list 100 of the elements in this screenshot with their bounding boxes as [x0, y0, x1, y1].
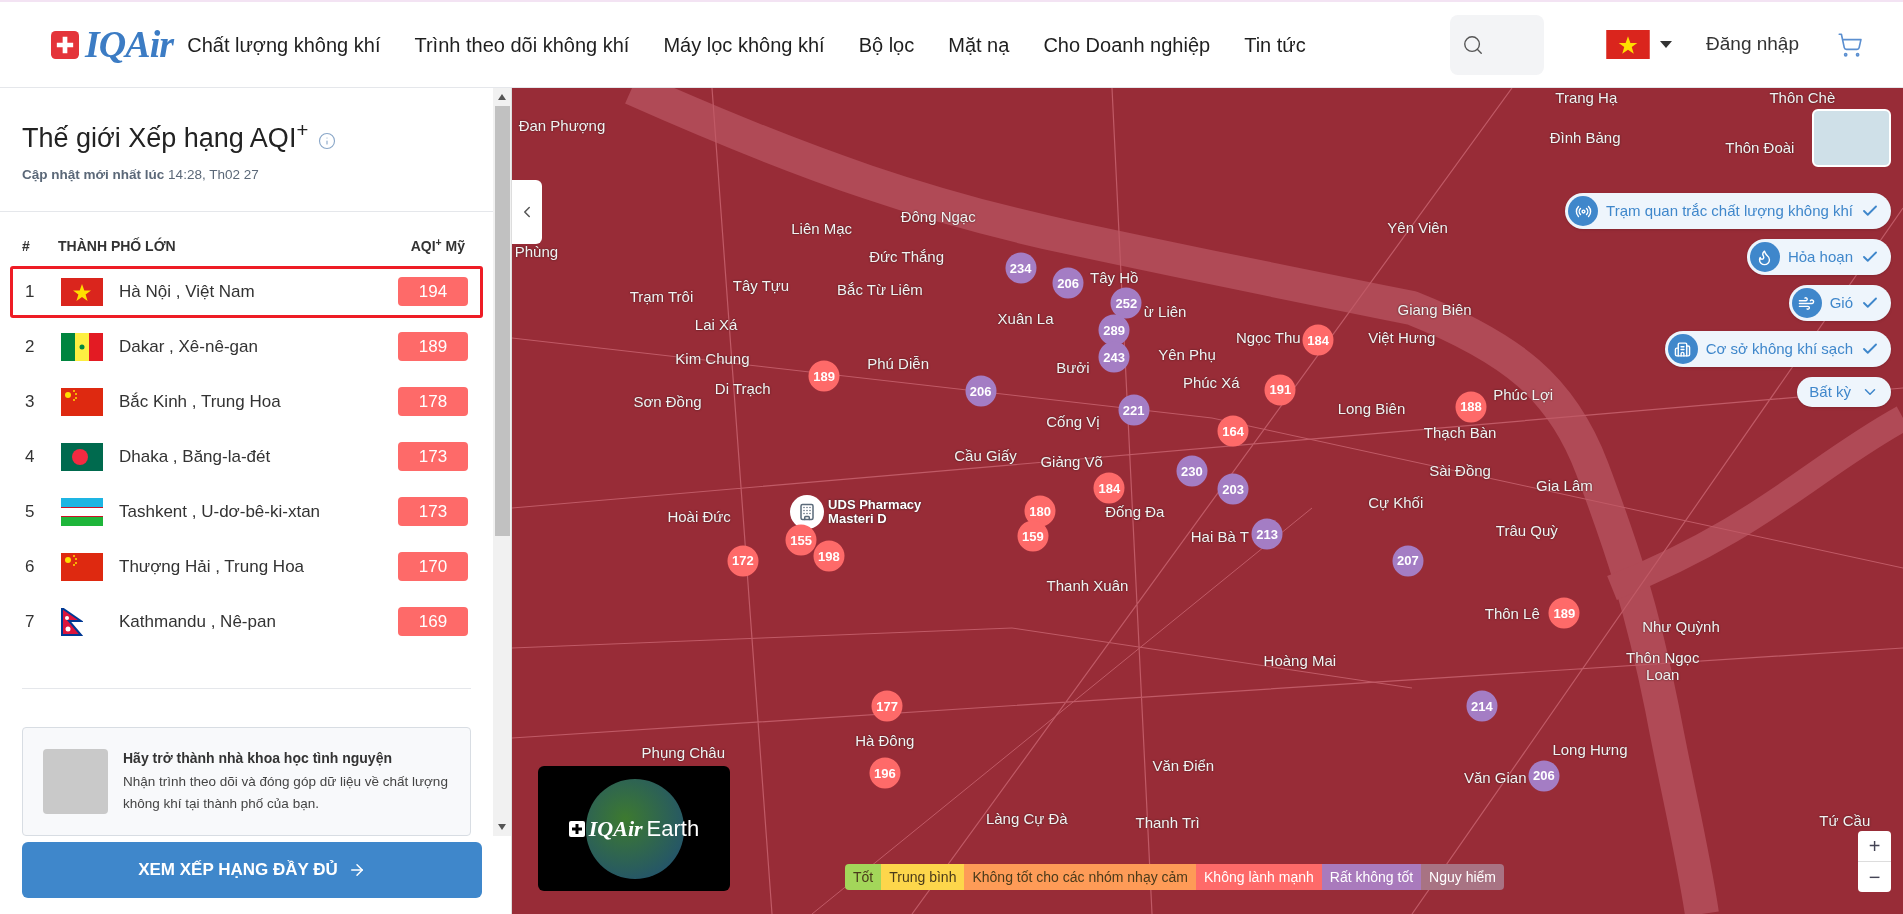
ranking-row[interactable]: 1 Hà Nội , Việt Nam 194 — [10, 265, 483, 318]
place-label: Hoài Đức — [667, 507, 731, 525]
ranking-row[interactable]: 4 Dhaka , Băng-la-đét 173 — [10, 430, 483, 483]
aqi-marker[interactable]: 164 — [1217, 415, 1249, 447]
aqi-marker[interactable]: 189 — [808, 360, 840, 392]
layer-icon — [1798, 294, 1816, 312]
place-label: Đình Bảng — [1549, 128, 1621, 146]
filter-dropdown[interactable]: Bất kỳ — [1797, 377, 1891, 407]
aqi-marker[interactable]: 177 — [871, 690, 903, 722]
aqi-marker[interactable]: 203 — [1217, 473, 1249, 505]
aqi-marker[interactable]: 189 — [1548, 597, 1580, 629]
layer-icon — [1674, 340, 1692, 358]
place-label: Làng Cự Đà — [985, 809, 1068, 827]
zoom-in-button[interactable]: + — [1858, 831, 1891, 862]
aqi-marker[interactable]: 180 — [1024, 495, 1056, 527]
nav-link[interactable]: Tin tức — [1244, 29, 1306, 60]
rank-number: 7 — [25, 611, 36, 633]
place-label: ừ Liên — [1143, 302, 1187, 320]
layer-toggle[interactable]: Gió — [1788, 285, 1891, 321]
aqi-value: 178 — [398, 387, 468, 417]
ranking-row[interactable]: 3 Bắc Kinh , Trung Hoa 178 — [10, 375, 483, 428]
place-label: Thôn Chè — [1769, 88, 1836, 106]
aqi-marker[interactable]: 155 — [785, 524, 817, 556]
layer-toggle[interactable]: Hỏa hoạn — [1746, 239, 1891, 275]
place-label: Bắc Từ Liêm — [837, 280, 923, 298]
rank-number: 2 — [25, 336, 36, 358]
aqi-marker[interactable]: 230 — [1176, 455, 1208, 487]
place-label: Tứ Cầu — [1819, 811, 1871, 829]
full-ranking-button[interactable]: XEM XẾP HẠNG ĐẦY ĐỦ — [22, 842, 482, 898]
flag-icon — [61, 497, 103, 526]
place-label: Việt Hưng — [1368, 328, 1436, 346]
scrollbar-thumb[interactable] — [494, 106, 510, 536]
place-label: Đan Phượng — [518, 116, 606, 134]
legend-item: Trung bình — [881, 864, 965, 890]
flag-icon — [61, 277, 103, 306]
rank-number: 1 — [25, 281, 36, 303]
aqi-marker[interactable]: 207 — [1392, 545, 1424, 577]
place-label: Yên Viên — [1387, 218, 1448, 236]
flag-icon — [61, 552, 103, 581]
aqi-marker[interactable]: 213 — [1251, 518, 1283, 550]
map-thumbnail[interactable] — [1812, 109, 1891, 167]
flag-icon — [61, 332, 103, 361]
aqi-marker[interactable]: 196 — [869, 757, 901, 789]
aqi-marker[interactable]: 172 — [727, 545, 759, 577]
place-label: Long Hưng — [1552, 740, 1628, 758]
aqi-marker[interactable]: 289 — [1098, 314, 1130, 346]
zoom-out-button[interactable]: − — [1858, 862, 1891, 892]
nav-link[interactable]: Cho Doanh nghiệp — [1043, 29, 1211, 60]
place-label: Đức Thắng — [869, 247, 945, 265]
nav-link[interactable]: Mặt nạ — [948, 29, 1010, 60]
aqi-marker[interactable]: 206 — [965, 375, 997, 407]
collapse-panel-button[interactable] — [512, 180, 542, 244]
aqi-marker[interactable]: 243 — [1098, 341, 1130, 373]
place-label: Cống Vị — [1046, 412, 1100, 430]
place-label: Tây Tựu — [732, 276, 790, 294]
aqi-marker[interactable]: 191 — [1264, 374, 1296, 406]
place-label: Phúc Lợi — [1493, 385, 1554, 403]
search-field[interactable] — [1450, 14, 1545, 75]
ranking-row[interactable]: 6 Thượng Hải , Trung Hoa 170 — [10, 540, 483, 593]
logo-text[interactable]: IQAir — [85, 16, 174, 73]
place-label: Sơn Đồng — [633, 392, 702, 409]
ranking-row[interactable]: 7 Kathmandu , Nê-pan 169 — [10, 595, 483, 648]
layer-toggle[interactable]: Cơ sở không khí sạch — [1664, 331, 1891, 367]
earth-promo-card[interactable]: IQAir Earth — [538, 766, 730, 891]
nav-link[interactable]: Trình theo dõi không khí — [414, 29, 630, 60]
place-label: Trạm Trôi — [629, 287, 694, 305]
place-label: Phùng — [514, 242, 559, 260]
cart-icon[interactable] — [1837, 31, 1863, 58]
language-dropdown[interactable] — [1606, 30, 1673, 59]
rank-number: 5 — [25, 501, 36, 523]
aqi-marker[interactable]: 188 — [1455, 391, 1487, 423]
aqi-marker[interactable]: 214 — [1466, 690, 1498, 722]
place-label: Ngọc Thu — [1235, 328, 1301, 346]
aqi-marker[interactable]: 159 — [1017, 520, 1049, 552]
place-label: Như Quỳnh — [1642, 617, 1720, 635]
aqi-marker[interactable]: 206 — [1052, 267, 1084, 299]
nav-link[interactable]: Máy lọc không khí — [663, 29, 825, 60]
aqi-marker[interactable]: 184 — [1093, 472, 1125, 504]
aqi-marker[interactable]: 221 — [1118, 394, 1150, 426]
aqi-marker[interactable]: 198 — [813, 540, 845, 572]
nav-link[interactable]: Bộ lọc — [858, 29, 915, 60]
volunteer-card[interactable]: Hãy trở thành nhà khoa học tình nguyện Nhận trình theo dõi và đóng góp dữ liệu về chất lượng không khí tại thành phố của bạn. — [22, 726, 471, 836]
ranking-row[interactable]: 5 Tashkent , U-dơ-bê-ki-xtan 173 — [10, 485, 483, 538]
column-header: THÀNH PHỐ LỚN — [58, 236, 177, 257]
info-icon[interactable] — [318, 132, 337, 151]
login-link[interactable]: Đăng nhập — [1706, 30, 1799, 59]
place-label: Trang Hạ — [1555, 88, 1618, 106]
place-label: Yên Phụ — [1158, 345, 1216, 363]
aqi-marker[interactable]: 234 — [1005, 252, 1037, 284]
aqi-marker[interactable]: 184 — [1302, 324, 1334, 356]
building-pin-icon[interactable] — [790, 495, 825, 530]
nav-link[interactable]: Chất lượng không khí — [187, 29, 381, 60]
scrollbar[interactable] — [493, 88, 511, 836]
ranking-row[interactable]: 2 Dakar , Xê-nê-gan 189 — [10, 320, 483, 373]
legend-item: Không tốt cho các nhóm nhạy cảm — [964, 864, 1196, 890]
layer-toggle[interactable]: Trạm quan trắc chất lượng không khí — [1565, 193, 1891, 229]
place-label: Hà Đông — [855, 731, 915, 749]
aqi-marker[interactable]: 206 — [1528, 760, 1560, 792]
city-name: Kathmandu , Nê-pan — [119, 611, 277, 633]
aqi-marker[interactable]: 252 — [1110, 287, 1142, 319]
